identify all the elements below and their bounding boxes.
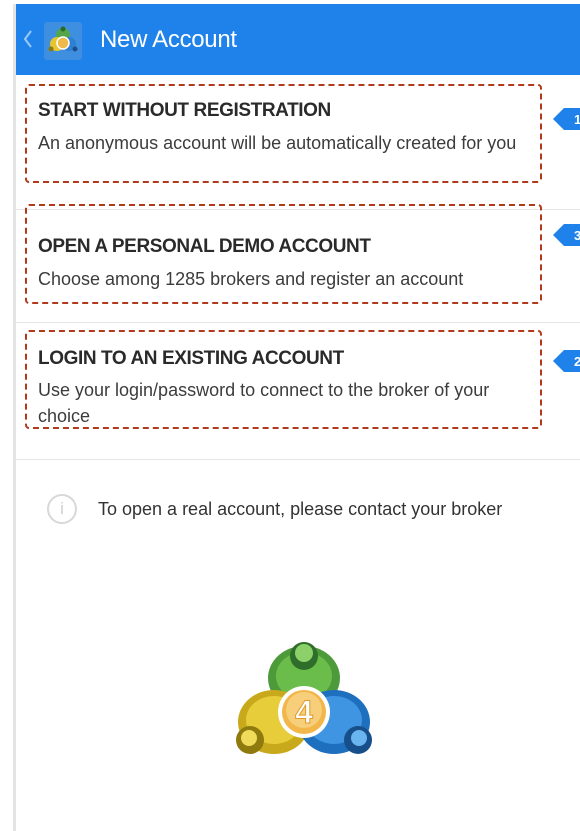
open-demo-account-option[interactable]: OPEN A PERSONAL DEMO ACCOUNT Choose amon… [25, 204, 542, 304]
callout-marker-3: 3 [553, 220, 580, 250]
option-description: Choose among 1285 brokers and register a… [38, 269, 464, 289]
real-account-info: i To open a real account, please contact… [47, 492, 567, 526]
login-existing-account-option[interactable]: LOGIN TO AN EXISTING ACCOUNT Use your lo… [25, 330, 542, 429]
info-text: To open a real account, please contact y… [98, 499, 503, 519]
option-description: An anonymous account will be automatical… [38, 133, 517, 153]
screen-title: New Account [100, 26, 237, 53]
info-icon: i [47, 494, 77, 524]
callout-marker-1: 1 [553, 104, 580, 134]
callout-marker-2: 2 [553, 346, 580, 376]
back-chevron-icon[interactable] [22, 28, 34, 50]
option-title: LOGIN TO AN EXISTING ACCOUNT [38, 348, 344, 369]
option-title: OPEN A PERSONAL DEMO ACCOUNT [38, 236, 371, 257]
divider [16, 459, 580, 460]
action-bar: New Account [16, 4, 580, 75]
metatrader-app-icon[interactable] [44, 22, 82, 60]
metatrader-4-logo: 4 [236, 642, 372, 754]
option-title: START WITHOUT REGISTRATION [38, 100, 331, 121]
start-without-registration-option[interactable]: START WITHOUT REGISTRATION An anonymous … [25, 84, 542, 183]
option-description: Use your login/password to connect to th… [38, 380, 490, 426]
divider [16, 322, 580, 323]
logo-number: 4 [295, 694, 313, 730]
screen: New Account START WITHOUT REGISTRATION A… [13, 4, 580, 831]
